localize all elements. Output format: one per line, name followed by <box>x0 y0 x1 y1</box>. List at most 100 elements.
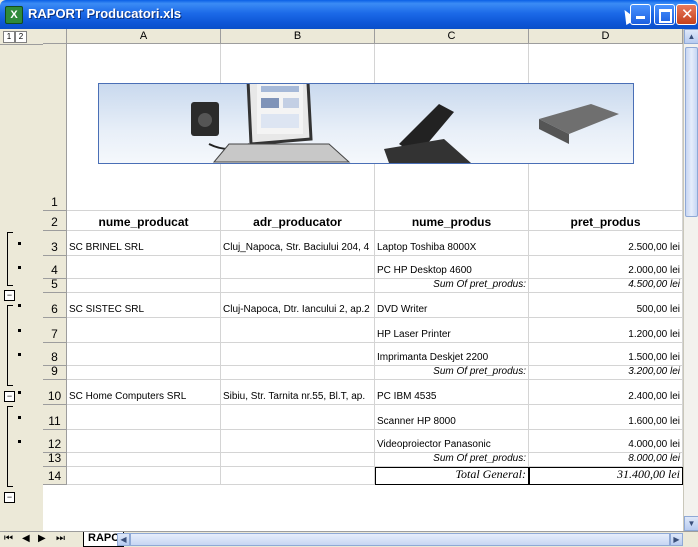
table-cell[interactable]: 1.200,00 lei <box>529 318 683 343</box>
product-banner-image[interactable] <box>98 57 634 164</box>
table-cell[interactable] <box>221 256 375 279</box>
header-cell-adr-producator[interactable]: adr_producator <box>221 211 375 231</box>
table-cell[interactable]: 31.400,00 lei <box>529 467 683 485</box>
table-cell[interactable] <box>67 430 221 453</box>
row-header[interactable]: 11 <box>43 405 67 430</box>
row-header[interactable]: 14 <box>43 467 67 485</box>
table-cell[interactable] <box>221 318 375 343</box>
cell-text: Sum Of pret_produs: <box>433 366 526 377</box>
row-number: 4 <box>51 263 58 277</box>
column-header-b[interactable]: B <box>221 29 375 44</box>
table-cell[interactable] <box>221 343 375 366</box>
table-cell[interactable]: SC SISTEC SRL <box>67 293 221 318</box>
table-cell[interactable]: 500,00 lei <box>529 293 683 318</box>
table-cell[interactable] <box>221 467 375 485</box>
outline-detail-dot <box>18 304 21 307</box>
collapse-group-button[interactable]: − <box>4 492 15 503</box>
row-header[interactable]: 1 <box>43 44 67 211</box>
next-sheet-button[interactable]: ▶ <box>38 533 46 544</box>
table-cell[interactable]: Imprimanta Deskjet 2200 <box>375 343 529 366</box>
vertical-scrollbar[interactable]: ▲ ▼ <box>683 29 698 531</box>
table-cell[interactable]: Videoproiector Panasonic <box>375 430 529 453</box>
spreadsheet-grid[interactable]: 1 2 A B C D 1 2 nume_producat adr_produc… <box>0 29 698 531</box>
scroll-up-button[interactable]: ▲ <box>684 29 698 44</box>
row-header[interactable]: 7 <box>43 318 67 343</box>
maximize-button[interactable] <box>654 4 675 25</box>
outline-level-1-button[interactable]: 1 <box>3 31 15 43</box>
table-cell[interactable]: 2.000,00 lei <box>529 256 683 279</box>
table-cell[interactable]: HP Laser Printer <box>375 318 529 343</box>
table-cell[interactable]: Sum Of pret_produs: <box>375 366 529 380</box>
table-cell[interactable]: 2.400,00 lei <box>529 380 683 405</box>
first-sheet-button[interactable]: ⏮ <box>4 533 13 544</box>
row-header[interactable]: 9 <box>43 364 67 380</box>
table-cell[interactable]: 3.200,00 lei <box>529 366 683 380</box>
table-cell[interactable]: SC BRINEL SRL <box>67 231 221 256</box>
table-cell[interactable]: Sum Of pret_produs: <box>375 279 529 293</box>
table-cell[interactable] <box>221 430 375 453</box>
table-cell[interactable]: 4.000,00 lei <box>529 430 683 453</box>
table-cell[interactable]: Scanner HP 8000 <box>375 405 529 430</box>
table-cell[interactable]: PC IBM 4535 <box>375 380 529 405</box>
row-header[interactable]: 13 <box>43 451 67 467</box>
table-cell[interactable] <box>67 256 221 279</box>
row-header[interactable]: 5 <box>43 277 67 293</box>
outline-level-2-button[interactable]: 2 <box>15 31 27 43</box>
scroll-down-button[interactable]: ▼ <box>684 516 698 531</box>
table-cell[interactable]: Cluj_Napoca, Str. Baciului 204, 4 <box>221 231 375 256</box>
table-cell[interactable] <box>221 405 375 430</box>
table-cell[interactable] <box>67 279 221 293</box>
table-cell[interactable]: Laptop Toshiba 8000X <box>375 231 529 256</box>
table-cell[interactable] <box>67 453 221 467</box>
table-cell[interactable]: Sum Of pret_produs: <box>375 453 529 467</box>
table-cell[interactable]: Total General: <box>375 467 529 485</box>
select-all-corner[interactable] <box>43 29 67 44</box>
excel-app-icon[interactable]: X <box>5 6 23 24</box>
cell-text: PC HP Desktop 4600 <box>377 265 472 276</box>
collapse-group-button[interactable]: − <box>4 290 15 301</box>
minimize-button[interactable] <box>630 4 651 25</box>
row-header[interactable]: 4 <box>43 256 67 279</box>
close-button[interactable]: ✕ <box>676 4 697 25</box>
row-header[interactable]: 2 <box>43 211 67 231</box>
title-bar[interactable]: X RAPORT Producatori.xls ✕ <box>0 0 698 29</box>
table-cell[interactable]: PC HP Desktop 4600 <box>375 256 529 279</box>
last-sheet-button[interactable]: ⏭ <box>56 533 65 544</box>
cell-text: Cluj-Napoca, Dtr. Iancului 2, ap.2 <box>223 304 370 315</box>
table-cell[interactable]: Sibiu, Str. Tarnita nr.55, Bl.T, ap. <box>221 380 375 405</box>
table-cell[interactable]: 1.500,00 lei <box>529 343 683 366</box>
table-cell[interactable] <box>67 467 221 485</box>
table-cell[interactable]: SC Home Computers SRL <box>67 380 221 405</box>
horizontal-scroll-thumb[interactable] <box>130 533 670 546</box>
table-cell[interactable]: Cluj-Napoca, Dtr. Iancului 2, ap.2 <box>221 293 375 318</box>
table-cell[interactable] <box>221 453 375 467</box>
column-header-c[interactable]: C <box>375 29 529 44</box>
row-header[interactable]: 12 <box>43 430 67 453</box>
row-header[interactable]: 3 <box>43 231 67 256</box>
table-cell[interactable]: 8.000,00 lei <box>529 453 683 467</box>
column-header-d[interactable]: D <box>529 29 683 44</box>
horizontal-scrollbar[interactable]: ◀ ▶ <box>117 533 683 546</box>
table-cell[interactable] <box>221 366 375 380</box>
table-cell[interactable] <box>67 366 221 380</box>
scroll-right-button[interactable]: ▶ <box>670 533 683 546</box>
table-cell[interactable]: 4.500,00 lei <box>529 279 683 293</box>
table-cell[interactable] <box>67 405 221 430</box>
table-cell[interactable]: 2.500,00 lei <box>529 231 683 256</box>
header-cell-nume-producat[interactable]: nume_producat <box>67 211 221 231</box>
table-cell[interactable]: 1.600,00 lei <box>529 405 683 430</box>
row-header[interactable]: 6 <box>43 293 67 318</box>
header-cell-pret-produs[interactable]: pret_produs <box>529 211 683 231</box>
header-cell-nume-produs[interactable]: nume_produs <box>375 211 529 231</box>
table-cell[interactable] <box>221 279 375 293</box>
row-header[interactable]: 8 <box>43 343 67 366</box>
table-cell[interactable]: DVD Writer <box>375 293 529 318</box>
row-header[interactable]: 10 <box>43 380 67 405</box>
vertical-scroll-thumb[interactable] <box>685 47 698 217</box>
table-cell[interactable] <box>67 318 221 343</box>
table-cell[interactable] <box>67 343 221 366</box>
scroll-left-button[interactable]: ◀ <box>117 533 130 546</box>
collapse-group-button[interactable]: − <box>4 391 15 402</box>
prev-sheet-button[interactable]: ◀ <box>22 533 30 544</box>
column-header-a[interactable]: A <box>67 29 221 44</box>
